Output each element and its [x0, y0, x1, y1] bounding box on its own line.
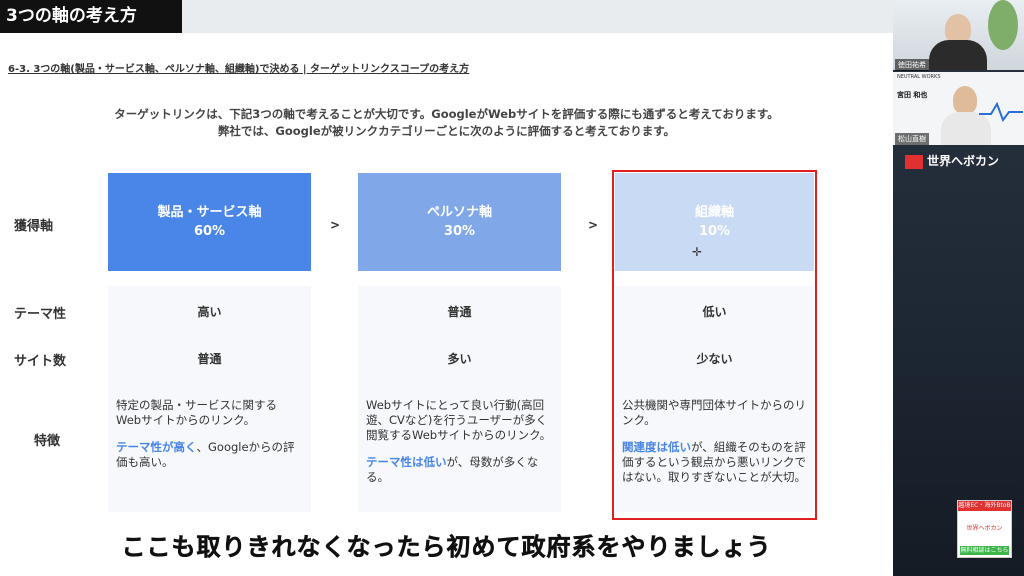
subtitle-caption: ここも取りきれなくなったら初めて政府系をやりましょう	[121, 533, 772, 562]
feature-note: テーマ性は低いが、母数が多くなる。	[366, 455, 552, 485]
sites-value: 普通	[197, 352, 222, 366]
feature-text: 特定の製品・サービスに関するWebサイトからのリンク。 テーマ性が高く、Goog…	[116, 398, 296, 482]
column-percent: 60%	[193, 224, 226, 239]
highlight-box	[612, 170, 817, 520]
brand-mark-icon	[905, 154, 923, 169]
slide-title: 3つの軸の考え方	[0, 0, 182, 33]
pulse-line-icon	[979, 102, 1023, 122]
intro-line-1: ターゲットリンクは、下記3つの軸で考えることが大切です。GoogleがWebサイ…	[114, 107, 779, 121]
row-label-features: 特徴	[34, 434, 61, 449]
slide: 3つの軸の考え方 6-3. 3つの軸(製品・サービス軸、ペルソナ軸、組織軸)で決…	[0, 0, 893, 576]
theme-value: 高い	[197, 305, 222, 319]
consultation-badge[interactable]: 越境EC・海外BtoB 世界へボカン 無料相談はこちら	[957, 500, 1012, 558]
move-cursor-icon: ✛	[692, 245, 703, 259]
greater-than-sign: >	[588, 218, 599, 232]
participant-name: 松山直樹	[895, 133, 929, 145]
column-name: 製品・サービス軸	[157, 205, 262, 220]
badge-top: 越境EC・海外BtoB	[958, 501, 1011, 511]
row-label-theme: テーマ性	[14, 307, 67, 322]
breadcrumb: 6-3. 3つの軸(製品・サービス軸、ペルソナ軸、組織軸)で決める | ターゲッ…	[8, 64, 470, 75]
badge-brand: 世界へボカン	[966, 525, 1003, 532]
feature-highlight: テーマ性は低い	[366, 455, 447, 469]
row-label-sites: サイト数	[14, 354, 67, 369]
column-percent: 30%	[443, 224, 476, 239]
column-header-product: 製品・サービス軸 60%	[108, 173, 311, 271]
row-label-axis: 獲得軸	[14, 219, 54, 234]
column-name: ペルソナ軸	[426, 205, 492, 220]
badge-cta[interactable]: 無料相談はこちら	[960, 546, 1009, 555]
intro-line-2: 弊社では、Googleが被リンクカテゴリーごとに次のように評価すると考えておりま…	[217, 124, 676, 138]
theme-value: 普通	[447, 305, 472, 319]
card-company: NEUTRAL WORKS	[897, 74, 941, 80]
sites-value: 多い	[447, 352, 472, 366]
card-name: 宮田 和也	[897, 91, 928, 99]
participant-name: 徳田祐希	[895, 59, 929, 71]
brand-name: 世界へボカン	[927, 154, 1000, 168]
video-tile-2[interactable]: NEUTRAL WORKS 宮田 和也 松山直樹	[893, 72, 1024, 145]
video-tile-1[interactable]: 徳田祐希	[893, 0, 1024, 71]
column-header-persona: ペルソナ軸 30%	[358, 173, 561, 271]
person-body	[929, 40, 987, 70]
feature-text: Webサイトにとって良い行動(高回遊、CVなど)を行うユーザーが多く閲覧するWe…	[366, 398, 552, 497]
brand-logo: 世界へボカン	[905, 152, 999, 169]
feature-highlight: テーマ性が高く	[116, 440, 197, 454]
feature-desc: 特定の製品・サービスに関するWebサイトからのリンク。	[116, 398, 277, 427]
feature-note: テーマ性が高く、Googleからの評価も高い。	[116, 440, 296, 470]
intro-text: ターゲットリンクは、下記3つの軸で考えることが大切です。GoogleがWebサイ…	[0, 106, 893, 140]
feature-desc: Webサイトにとって良い行動(高回遊、CVなど)を行うユーザーが多く閲覧するWe…	[366, 398, 552, 442]
greater-than-sign: >	[330, 218, 341, 232]
person-head	[953, 86, 977, 114]
plant	[988, 0, 1018, 50]
